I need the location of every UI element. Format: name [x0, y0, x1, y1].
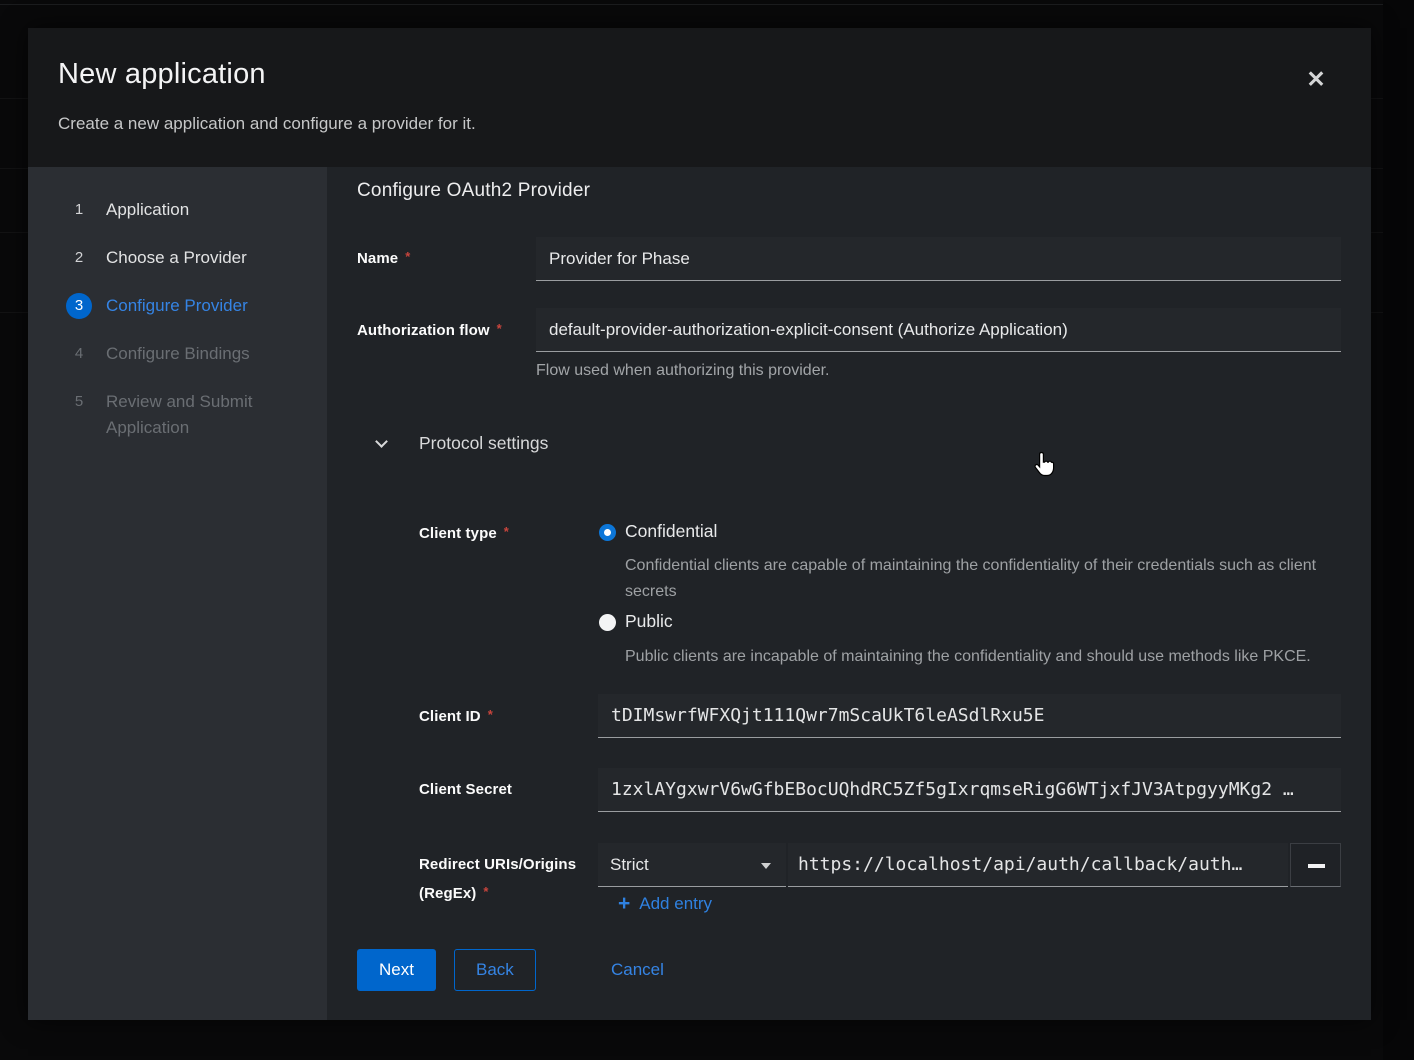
step-label: Choose a Provider	[106, 245, 247, 271]
minus-icon	[1308, 864, 1325, 868]
page-title: Configure OAuth2 Provider	[357, 180, 590, 202]
required-asterisk: *	[497, 321, 502, 336]
required-asterisk: *	[483, 884, 488, 899]
radio-confidential-help: Confidential clients are capable of main…	[625, 553, 1325, 605]
wizard-step-configure-bindings[interactable]: 4 Configure Bindings	[66, 341, 327, 367]
step-label: Configure Provider	[106, 293, 248, 319]
authorization-flow-help: Flow used when authorizing this provider…	[536, 362, 830, 380]
client-secret-label: Client Secret	[419, 781, 512, 798]
radio-public[interactable]	[599, 614, 616, 631]
authorization-flow-label: Authorization flow*	[357, 321, 502, 339]
chevron-down-icon[interactable]	[377, 437, 388, 448]
redirect-uris-label-line1: Redirect URIs/Origins	[419, 856, 576, 873]
radio-public-help: Public clients are incapable of maintain…	[625, 644, 1325, 670]
next-button[interactable]: Next	[357, 949, 436, 991]
step-number: 3	[66, 293, 92, 319]
wizard-step-review-submit[interactable]: 5 Review and Submit Application	[66, 389, 327, 445]
plus-icon: +	[618, 894, 630, 914]
radio-public-label[interactable]: Public	[625, 611, 673, 632]
name-field[interactable]	[536, 237, 1341, 281]
step-label: Review and Submit Application	[106, 389, 291, 441]
caret-down-icon	[761, 863, 771, 869]
redirect-uris-label-line2: (RegEx)*	[419, 884, 489, 902]
wizard-content: Configure OAuth2 Provider Name* Authoriz…	[327, 167, 1371, 1020]
cancel-button[interactable]: Cancel	[607, 949, 668, 991]
required-asterisk: *	[488, 707, 493, 722]
step-number: 4	[66, 341, 92, 367]
redirect-url-field[interactable]	[788, 843, 1288, 887]
modal-title: New application	[58, 58, 266, 91]
close-icon[interactable]: ✕	[1299, 62, 1333, 96]
wizard-step-configure-provider[interactable]: 3 Configure Provider	[66, 293, 327, 319]
name-label: Name*	[357, 249, 410, 267]
step-label: Application	[106, 197, 189, 223]
wizard-step-nav: 1 Application 2 Choose a Provider 3 Conf…	[28, 167, 327, 1020]
client-id-field[interactable]	[598, 694, 1341, 738]
authorization-flow-field[interactable]	[536, 308, 1341, 352]
add-entry-button[interactable]: + Add entry	[618, 894, 712, 914]
modal-header: New application Create a new application…	[28, 28, 1371, 167]
client-type-label: Client type*	[419, 524, 509, 542]
step-number: 2	[66, 245, 92, 271]
step-number: 1	[66, 197, 92, 223]
backdrop-divider	[0, 4, 1414, 5]
required-asterisk: *	[405, 249, 410, 264]
client-id-label: Client ID*	[419, 707, 493, 725]
radio-confidential-label[interactable]: Confidential	[625, 521, 717, 542]
remove-entry-button[interactable]	[1290, 843, 1341, 887]
client-secret-field[interactable]	[598, 768, 1341, 812]
radio-confidential[interactable]	[599, 524, 616, 541]
backdrop-strip	[1383, 0, 1414, 1060]
required-asterisk: *	[504, 524, 509, 539]
protocol-settings-toggle[interactable]: Protocol settings	[419, 433, 548, 454]
back-button[interactable]: Back	[454, 949, 536, 991]
new-application-modal: New application Create a new application…	[28, 28, 1371, 1020]
redirect-mode-select[interactable]: Strict	[598, 843, 786, 887]
wizard-step-choose-provider[interactable]: 2 Choose a Provider	[66, 245, 327, 271]
wizard: 1 Application 2 Choose a Provider 3 Conf…	[28, 167, 1371, 1020]
wizard-step-application[interactable]: 1 Application	[66, 197, 327, 223]
step-number: 5	[66, 389, 92, 415]
modal-subtitle: Create a new application and configure a…	[58, 114, 476, 134]
step-label: Configure Bindings	[106, 341, 250, 367]
